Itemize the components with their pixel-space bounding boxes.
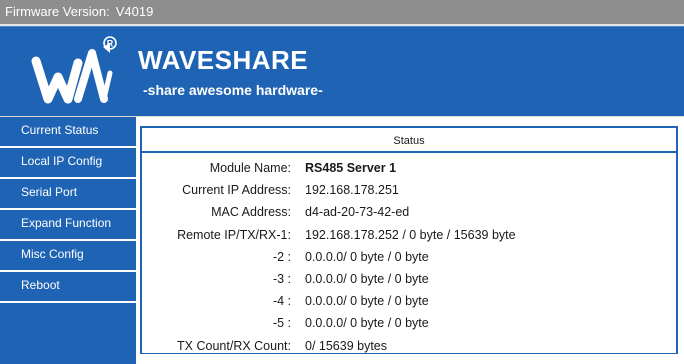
status-value: 0/ 15639 bytes xyxy=(305,338,388,353)
status-label: -5 : xyxy=(272,316,291,331)
firmware-label: Firmware Version: xyxy=(5,4,110,19)
sidebar-item-current-status[interactable]: Current Status xyxy=(0,117,136,148)
brand-slogan: -share awesome hardware- xyxy=(143,82,323,98)
status-row-module-name: Module Name: RS485 Server 1 xyxy=(142,157,676,179)
waveshare-logo-icon: R xyxy=(31,36,117,104)
sidebar-item-local-ip-config[interactable]: Local IP Config xyxy=(0,148,136,179)
status-label: -3 : xyxy=(272,271,291,286)
status-value: RS485 Server 1 xyxy=(305,161,397,175)
status-value: 0.0.0.0/ 0 byte / 0 byte xyxy=(305,271,429,286)
status-label: -2 : xyxy=(272,249,291,264)
status-panel-title: Status xyxy=(142,128,676,153)
svg-text:R: R xyxy=(107,39,114,49)
status-row-remote-2: -2 : 0.0.0.0/ 0 byte / 0 byte xyxy=(142,246,676,268)
status-row-current-ip: Current IP Address: 192.168.178.251 xyxy=(142,179,676,201)
sidebar-item-reboot[interactable]: Reboot xyxy=(0,272,136,303)
status-value: 0.0.0.0/ 0 byte / 0 byte xyxy=(305,316,429,331)
status-row-remote-1: Remote IP/TX/RX-1: 192.168.178.252 / 0 b… xyxy=(142,224,676,246)
sidebar-menu: Current Status Local IP Config Serial Po… xyxy=(0,117,136,364)
firmware-version: V4019 xyxy=(115,4,154,19)
status-row-mac-address: MAC Address: d4-ad-20-73-42-ed xyxy=(142,201,676,223)
firmware-bar: Firmware Version: V4019 xyxy=(0,0,684,26)
status-table: Module Name: RS485 Server 1 Current IP A… xyxy=(142,153,676,353)
status-label: MAC Address: xyxy=(211,205,291,220)
header-banner: R WAVESHARE -share awesome hardware- xyxy=(0,26,684,116)
status-value: 0.0.0.0/ 0 byte / 0 byte xyxy=(305,249,429,264)
sidebar-item-misc-config[interactable]: Misc Config xyxy=(0,241,136,272)
status-value: 0.0.0.0/ 0 byte / 0 byte xyxy=(305,294,429,309)
status-value: 192.168.178.252 / 0 byte / 15639 byte xyxy=(305,227,516,242)
status-label: Module Name: xyxy=(209,161,291,175)
status-row-remote-3: -3 : 0.0.0.0/ 0 byte / 0 byte xyxy=(142,268,676,290)
sidebar-item-expand-function[interactable]: Expand Function xyxy=(0,210,136,241)
status-label: -4 : xyxy=(272,294,291,309)
status-row-remote-4: -4 : 0.0.0.0/ 0 byte / 0 byte xyxy=(142,290,676,312)
status-label: Remote IP/TX/RX-1: xyxy=(177,227,291,242)
brand-name: WAVESHARE xyxy=(138,45,309,75)
status-panel: Status Module Name: RS485 Server 1 Curre… xyxy=(140,126,678,354)
status-value: 192.168.178.251 xyxy=(305,183,399,198)
status-label: TX Count/RX Count: xyxy=(177,338,291,353)
status-value: d4-ad-20-73-42-ed xyxy=(305,205,410,220)
sidebar-item-serial-port[interactable]: Serial Port xyxy=(0,179,136,210)
status-row-remote-5: -5 : 0.0.0.0/ 0 byte / 0 byte xyxy=(142,312,676,334)
status-row-tx-rx-count: TX Count/RX Count: 0/ 15639 bytes xyxy=(142,335,676,357)
status-label: Current IP Address: xyxy=(182,183,291,198)
